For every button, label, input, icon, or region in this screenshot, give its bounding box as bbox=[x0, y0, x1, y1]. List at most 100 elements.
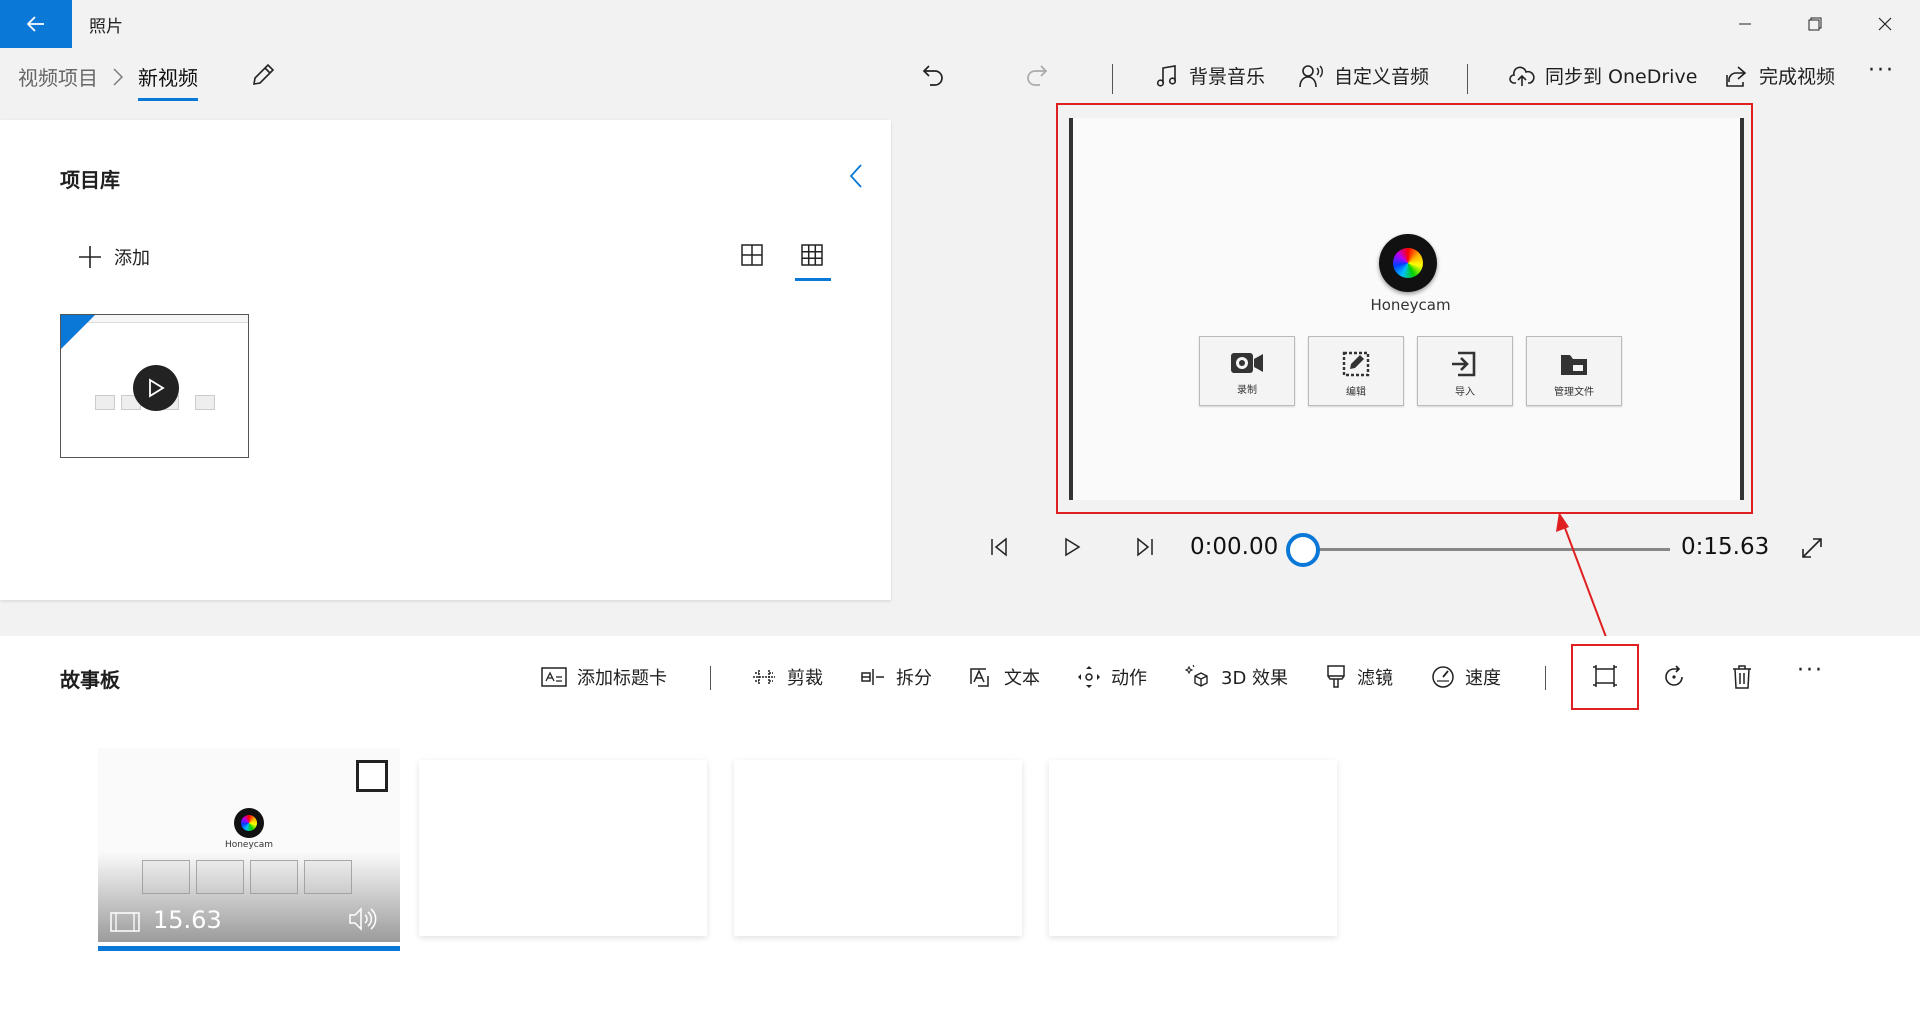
project-library-panel: 项目库 添加 bbox=[0, 120, 891, 600]
aspect-frame-icon bbox=[1593, 665, 1617, 687]
breadcrumb-current: 新视频 bbox=[138, 62, 198, 101]
title-card-icon bbox=[541, 667, 567, 687]
minimize-button[interactable] bbox=[1710, 0, 1780, 48]
preview-record-label: 录制 bbox=[1237, 385, 1257, 396]
preview-record-button: 录制 bbox=[1199, 336, 1295, 406]
storyboard-title: 故事板 bbox=[60, 668, 120, 692]
fullscreen-button[interactable] bbox=[1800, 536, 1824, 560]
close-button[interactable] bbox=[1850, 0, 1920, 48]
preview-edit-label: 编辑 bbox=[1346, 387, 1366, 398]
play-button[interactable] bbox=[1061, 536, 1083, 558]
person-audio-icon bbox=[1299, 64, 1323, 87]
finish-video-button[interactable]: 完成视频 bbox=[1723, 62, 1835, 89]
folder-icon bbox=[1561, 355, 1587, 375]
thumbnail-mini-button bbox=[195, 395, 215, 410]
preview-import-label: 导入 bbox=[1455, 387, 1475, 398]
preview-edit-button: 编辑 bbox=[1308, 336, 1404, 406]
current-time: 0:00.00 bbox=[1190, 534, 1279, 560]
add-title-card-button[interactable]: 添加标题卡 bbox=[541, 664, 667, 690]
storyboard-clip[interactable]: Honeycam 15.63 bbox=[98, 748, 400, 942]
text-button[interactable]: 文本 bbox=[968, 664, 1040, 690]
preview-manage-files-label: 管理文件 bbox=[1554, 387, 1594, 398]
toolbar-divider bbox=[1112, 64, 1113, 94]
add-media-label: 添加 bbox=[114, 248, 150, 269]
trim-label: 剪裁 bbox=[787, 668, 823, 689]
large-grid-view-button[interactable] bbox=[741, 244, 763, 266]
library-title: 项目库 bbox=[60, 168, 120, 192]
sync-onedrive-label: 同步到 OneDrive bbox=[1545, 66, 1698, 88]
undo-icon bbox=[922, 65, 943, 86]
trim-icon bbox=[753, 670, 775, 684]
media-thumbnail[interactable] bbox=[60, 314, 249, 458]
split-icon bbox=[861, 669, 884, 685]
minimize-icon bbox=[1739, 23, 1751, 25]
filter-brush-icon bbox=[1327, 665, 1345, 688]
add-media-button[interactable]: 添加 bbox=[78, 244, 150, 270]
3d-effects-icon bbox=[1185, 664, 1208, 687]
preview-manage-files-button: 管理文件 bbox=[1526, 336, 1622, 406]
3d-effects-label: 3D 效果 bbox=[1221, 668, 1289, 689]
motion-button[interactable]: 动作 bbox=[1077, 664, 1147, 690]
more-options-button[interactable]: ··· bbox=[1868, 58, 1895, 83]
text-label: 文本 bbox=[1004, 668, 1040, 689]
storyboard-divider bbox=[710, 666, 711, 690]
chevron-right-icon bbox=[112, 67, 124, 87]
speed-label: 速度 bbox=[1465, 668, 1501, 689]
honeycam-logo-icon bbox=[1379, 234, 1437, 292]
back-arrow-icon bbox=[26, 16, 44, 32]
storyboard-divider bbox=[1545, 666, 1546, 690]
breadcrumb-parent[interactable]: 视频项目 bbox=[18, 62, 98, 91]
preview-import-button: 导入 bbox=[1417, 336, 1513, 406]
play-icon bbox=[1065, 537, 1081, 557]
motion-label: 动作 bbox=[1111, 668, 1147, 689]
remove-black-bars-button[interactable] bbox=[1592, 664, 1618, 688]
sync-onedrive-button[interactable]: 同步到 OneDrive bbox=[1509, 62, 1697, 89]
import-icon bbox=[1452, 351, 1476, 377]
clip-honeycam-name: Honeycam bbox=[224, 840, 274, 850]
split-button[interactable]: 拆分 bbox=[860, 664, 932, 690]
speed-button[interactable]: 速度 bbox=[1431, 664, 1501, 690]
trim-button[interactable]: 剪裁 bbox=[751, 664, 823, 690]
film-strip-icon bbox=[110, 912, 140, 932]
3d-effects-button[interactable]: 3D 效果 bbox=[1185, 664, 1288, 690]
volume-icon[interactable] bbox=[348, 906, 380, 932]
background-music-button[interactable]: 背景音乐 bbox=[1155, 62, 1265, 89]
pencil-icon bbox=[253, 63, 275, 85]
filters-button[interactable]: 滤镜 bbox=[1325, 664, 1393, 690]
collapse-library-button[interactable] bbox=[848, 162, 864, 190]
custom-audio-button[interactable]: 自定义音频 bbox=[1298, 62, 1429, 89]
text-icon bbox=[970, 668, 989, 687]
view-active-indicator bbox=[795, 278, 831, 281]
video-preview[interactable]: Honeycam 录制 编辑 导入 管理文件 bbox=[1069, 118, 1744, 500]
music-note-icon bbox=[1156, 64, 1177, 87]
trash-icon bbox=[1733, 665, 1751, 689]
empty-clip-slot bbox=[419, 760, 707, 936]
small-grid-view-button[interactable] bbox=[801, 244, 823, 266]
video-camera-icon bbox=[1231, 353, 1263, 373]
honeycam-name: Honeycam bbox=[1370, 296, 1451, 314]
rotate-icon bbox=[1665, 665, 1683, 686]
clip-select-checkbox[interactable] bbox=[356, 760, 388, 792]
storyboard-more-button[interactable]: ··· bbox=[1797, 658, 1824, 683]
app-title: 照片 bbox=[89, 17, 123, 37]
delete-button[interactable] bbox=[1731, 664, 1753, 690]
restore-icon bbox=[1808, 17, 1822, 31]
restore-button[interactable] bbox=[1780, 0, 1850, 48]
cloud-upload-icon bbox=[1509, 66, 1535, 86]
toolbar-divider bbox=[1467, 64, 1468, 94]
rotate-button[interactable] bbox=[1661, 664, 1687, 690]
next-frame-button[interactable] bbox=[1134, 536, 1156, 558]
back-button[interactable] bbox=[0, 0, 72, 48]
clip-honeycam-logo-icon bbox=[234, 808, 264, 838]
previous-frame-button[interactable] bbox=[988, 536, 1010, 558]
step-back-icon bbox=[991, 537, 1007, 557]
close-icon bbox=[1878, 17, 1892, 31]
seek-bar[interactable] bbox=[1303, 548, 1670, 551]
undo-button[interactable] bbox=[920, 62, 946, 88]
grid-large-icon bbox=[741, 244, 763, 266]
grid-small-icon bbox=[801, 244, 823, 266]
rename-project-button[interactable] bbox=[250, 62, 276, 88]
seek-thumb[interactable] bbox=[1286, 533, 1320, 567]
redo-button[interactable] bbox=[1024, 62, 1050, 88]
finish-video-label: 完成视频 bbox=[1759, 66, 1836, 88]
